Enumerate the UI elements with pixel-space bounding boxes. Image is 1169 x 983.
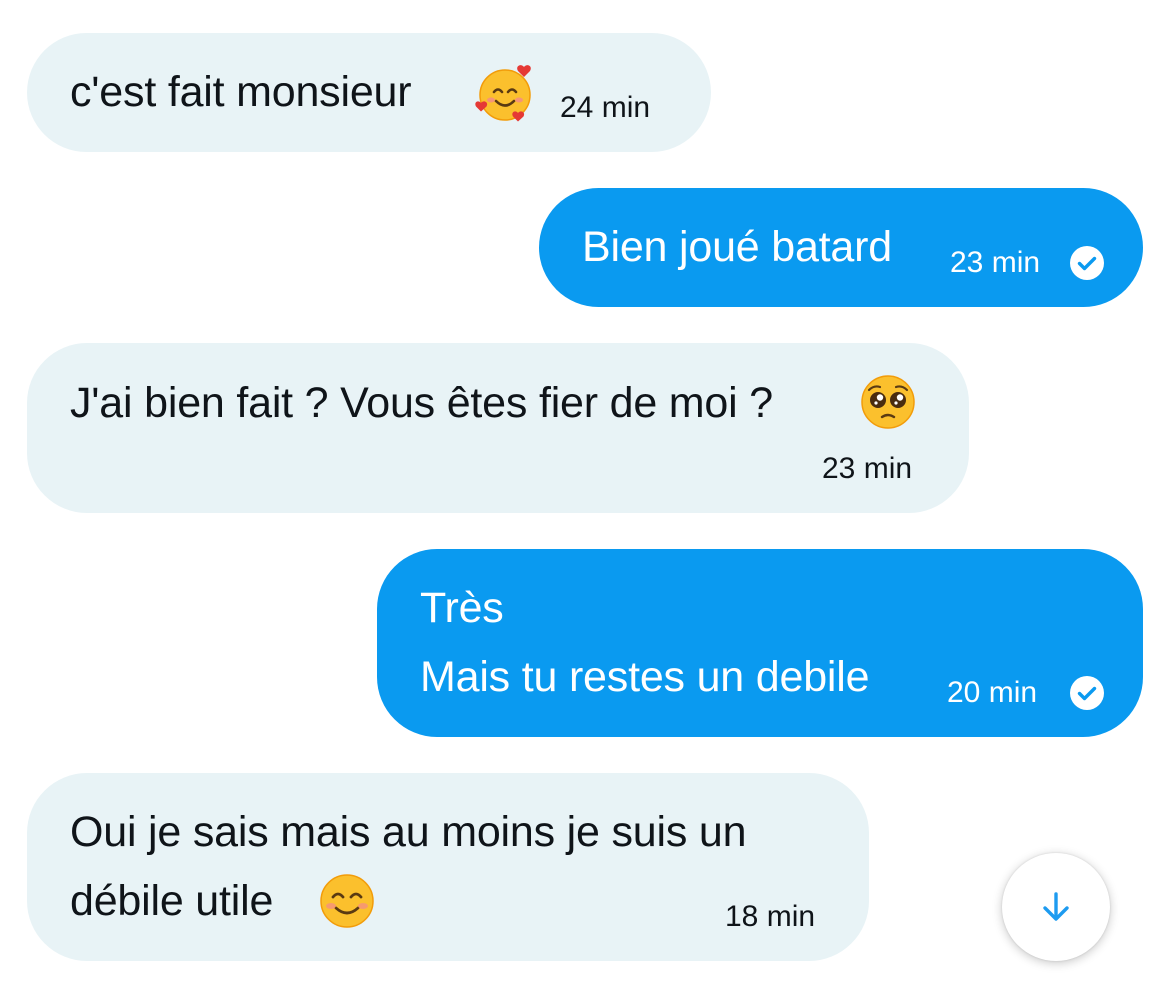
message-bubble-incoming[interactable]: Oui je sais mais au moins je suis un déb… [27, 773, 869, 961]
message-text: Bien joué batard [582, 223, 892, 271]
read-receipt-check-icon [1070, 246, 1104, 280]
message-text-line: Mais tu restes un debile [420, 653, 870, 701]
message-timestamp: 24 min [560, 91, 651, 124]
read-receipt-check-icon [1070, 676, 1104, 710]
scroll-to-bottom-button[interactable] [1002, 853, 1110, 961]
smiling-face-with-smiling-eyes-icon [320, 874, 374, 928]
message-text: J'ai bien fait ? Vous êtes fier de moi ? [70, 379, 773, 427]
message-text: c'est fait monsieur [70, 68, 412, 116]
message-text-line: débile utile [70, 877, 274, 925]
message-bubble-outgoing[interactable]: Très Mais tu restes un debile 20 min [377, 549, 1143, 737]
message-bubble-outgoing[interactable]: Bien joué batard 23 min [539, 188, 1143, 307]
message-timestamp: 23 min [950, 246, 1041, 279]
pleading-face-icon [861, 375, 915, 429]
message-bubble-incoming[interactable]: c'est fait monsieur 24 min [27, 33, 711, 152]
smiling-face-with-hearts-icon [475, 65, 531, 122]
message-text-line: Oui je sais mais au moins je suis un [70, 808, 747, 856]
message-bubble-incoming[interactable]: J'ai bien fait ? Vous êtes fier de moi ?… [27, 343, 969, 513]
arrow-down-icon [1043, 892, 1069, 921]
message-timestamp: 18 min [725, 900, 816, 933]
message-timestamp: 20 min [947, 676, 1038, 709]
message-text-line: Très [420, 584, 504, 632]
message-timestamp: 23 min [822, 452, 913, 485]
